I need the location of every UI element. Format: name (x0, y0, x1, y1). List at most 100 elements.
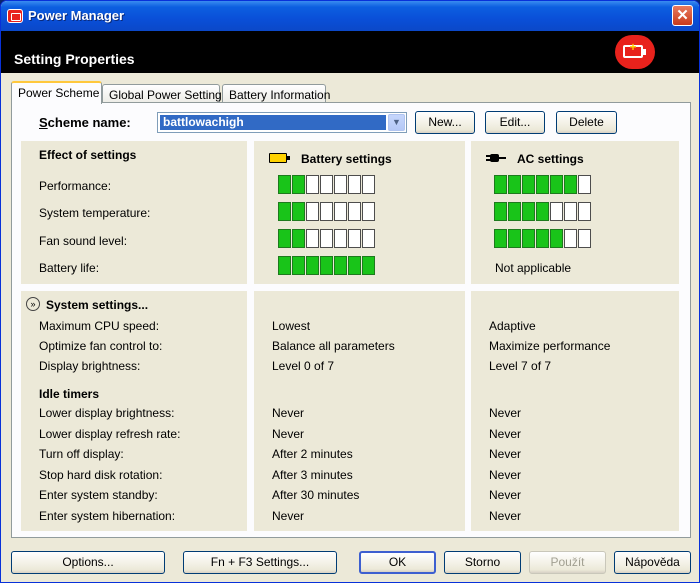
edit-scheme-button[interactable]: Edit... (485, 111, 545, 134)
turn-off-display-battery: After 2 minutes (272, 447, 353, 461)
battery-life-ac-value: Not applicable (495, 261, 572, 275)
storno-button[interactable]: Storno (444, 551, 521, 574)
meter-segment (564, 175, 577, 194)
meter-segment (320, 256, 333, 275)
meter-segment (320, 202, 333, 221)
scheme-name-label: Scheme name: (39, 115, 131, 130)
meter-segment (348, 175, 361, 194)
hibernation-label: Enter system hibernation: (39, 509, 176, 523)
fn-f3-settings-button[interactable]: Fn + F3 Settings... (183, 551, 337, 574)
fan-control-label: Optimize fan control to: (39, 339, 163, 353)
meter-segment (320, 229, 333, 248)
lower-brightness-ac: Never (489, 406, 522, 420)
tab-power-scheme[interactable]: Power Scheme (11, 81, 102, 104)
delete-scheme-button[interactable]: Delete (556, 111, 617, 134)
meter-segment (278, 256, 291, 275)
ok-button[interactable]: OK (359, 551, 436, 574)
display-brightness-ac: Level 7 of 7 (489, 359, 552, 373)
temperature-ac-meter (494, 202, 591, 221)
idle-timers-title: Idle timers (39, 387, 100, 401)
meter-segment (348, 202, 361, 221)
tab-battery-information[interactable]: Battery Information (222, 84, 330, 104)
meter-segment (292, 202, 305, 221)
standby-label: Enter system standby: (39, 488, 158, 502)
chevron-down-icon[interactable]: ▼ (388, 114, 405, 131)
system-temperature-label: System temperature: (39, 206, 151, 220)
meter-segment (536, 229, 549, 248)
meter-segment (494, 175, 507, 194)
max-cpu-speed-ac: Adaptive (489, 319, 536, 333)
scheme-name-value: battlowachigh (160, 115, 386, 130)
meter-segment (334, 202, 347, 221)
lower-refresh-ac: Never (489, 427, 522, 441)
fan-ac-meter (494, 229, 591, 248)
ac-plug-icon (486, 153, 506, 163)
meter-segment (578, 202, 591, 221)
meter-segment (362, 229, 375, 248)
meter-segment (564, 202, 577, 221)
options-button[interactable]: Options... (11, 551, 165, 574)
lower-brightness-battery: Never (272, 406, 305, 420)
performance-battery-meter (278, 175, 375, 194)
meter-segment (292, 229, 305, 248)
meter-segment (334, 175, 347, 194)
lower-refresh-label: Lower display refresh rate: (39, 427, 181, 441)
system-settings-title[interactable]: System settings... (46, 298, 148, 312)
meter-segment (306, 256, 319, 275)
meter-segment (550, 175, 563, 194)
performance-ac-meter (494, 175, 591, 194)
meter-segment (292, 175, 305, 194)
turn-off-display-ac: Never (489, 447, 522, 461)
effect-title: Effect of settings (39, 148, 137, 162)
new-scheme-button[interactable]: New... (415, 111, 475, 134)
meter-segment (494, 202, 507, 221)
scheme-name-select[interactable]: battlowachigh ▼ (157, 112, 407, 133)
close-button[interactable]: ✕ (672, 5, 693, 26)
tab-global-power-settings[interactable]: Global Power Settings (102, 84, 228, 104)
hibernation-ac: Never (489, 509, 522, 523)
fan-sound-level-label: Fan sound level: (39, 234, 128, 248)
meter-segment (536, 202, 549, 221)
napoveda-button[interactable]: Nápověda (614, 551, 691, 574)
meter-segment (362, 202, 375, 221)
stop-hdd-battery: After 3 minutes (272, 468, 353, 482)
max-cpu-speed-battery: Lowest (272, 319, 311, 333)
hibernation-battery: Never (272, 509, 305, 523)
meter-segment (348, 229, 361, 248)
meter-segment (306, 175, 319, 194)
header-title: Setting Properties (14, 51, 135, 67)
display-brightness-battery: Level 0 of 7 (272, 359, 335, 373)
battery-life-label: Battery life: (39, 261, 100, 275)
meter-segment (550, 229, 563, 248)
title-bar[interactable]: Power Manager ✕ (1, 1, 699, 31)
meter-segment (550, 202, 563, 221)
meter-segment (494, 229, 507, 248)
lower-brightness-label: Lower display brightness: (39, 406, 175, 420)
meter-segment (522, 202, 535, 221)
battery-life-battery-meter (278, 256, 375, 275)
meter-segment (522, 229, 535, 248)
meter-segment (536, 175, 549, 194)
fan-control-ac: Maximize performance (489, 339, 611, 353)
display-brightness-label: Display brightness: (39, 359, 141, 373)
standby-ac: Never (489, 488, 522, 502)
fan-battery-meter (278, 229, 375, 248)
meter-segment (508, 229, 521, 248)
battery-settings-header: Battery settings (301, 152, 392, 166)
meter-segment (564, 229, 577, 248)
battery-plus-icon: + (615, 35, 655, 69)
temperature-battery-meter (278, 202, 375, 221)
stop-hdd-ac: Never (489, 468, 522, 482)
meter-segment (578, 175, 591, 194)
meter-segment (348, 256, 361, 275)
performance-label: Performance: (39, 179, 112, 193)
expand-chevron-icon[interactable]: » (26, 297, 40, 311)
meter-segment (522, 175, 535, 194)
meter-segment (306, 229, 319, 248)
meter-segment (362, 175, 375, 194)
ac-settings-header: AC settings (517, 152, 584, 166)
pouzit-button[interactable]: Použít (529, 551, 606, 574)
meter-segment (508, 202, 521, 221)
meter-segment (278, 229, 291, 248)
meter-segment (334, 256, 347, 275)
